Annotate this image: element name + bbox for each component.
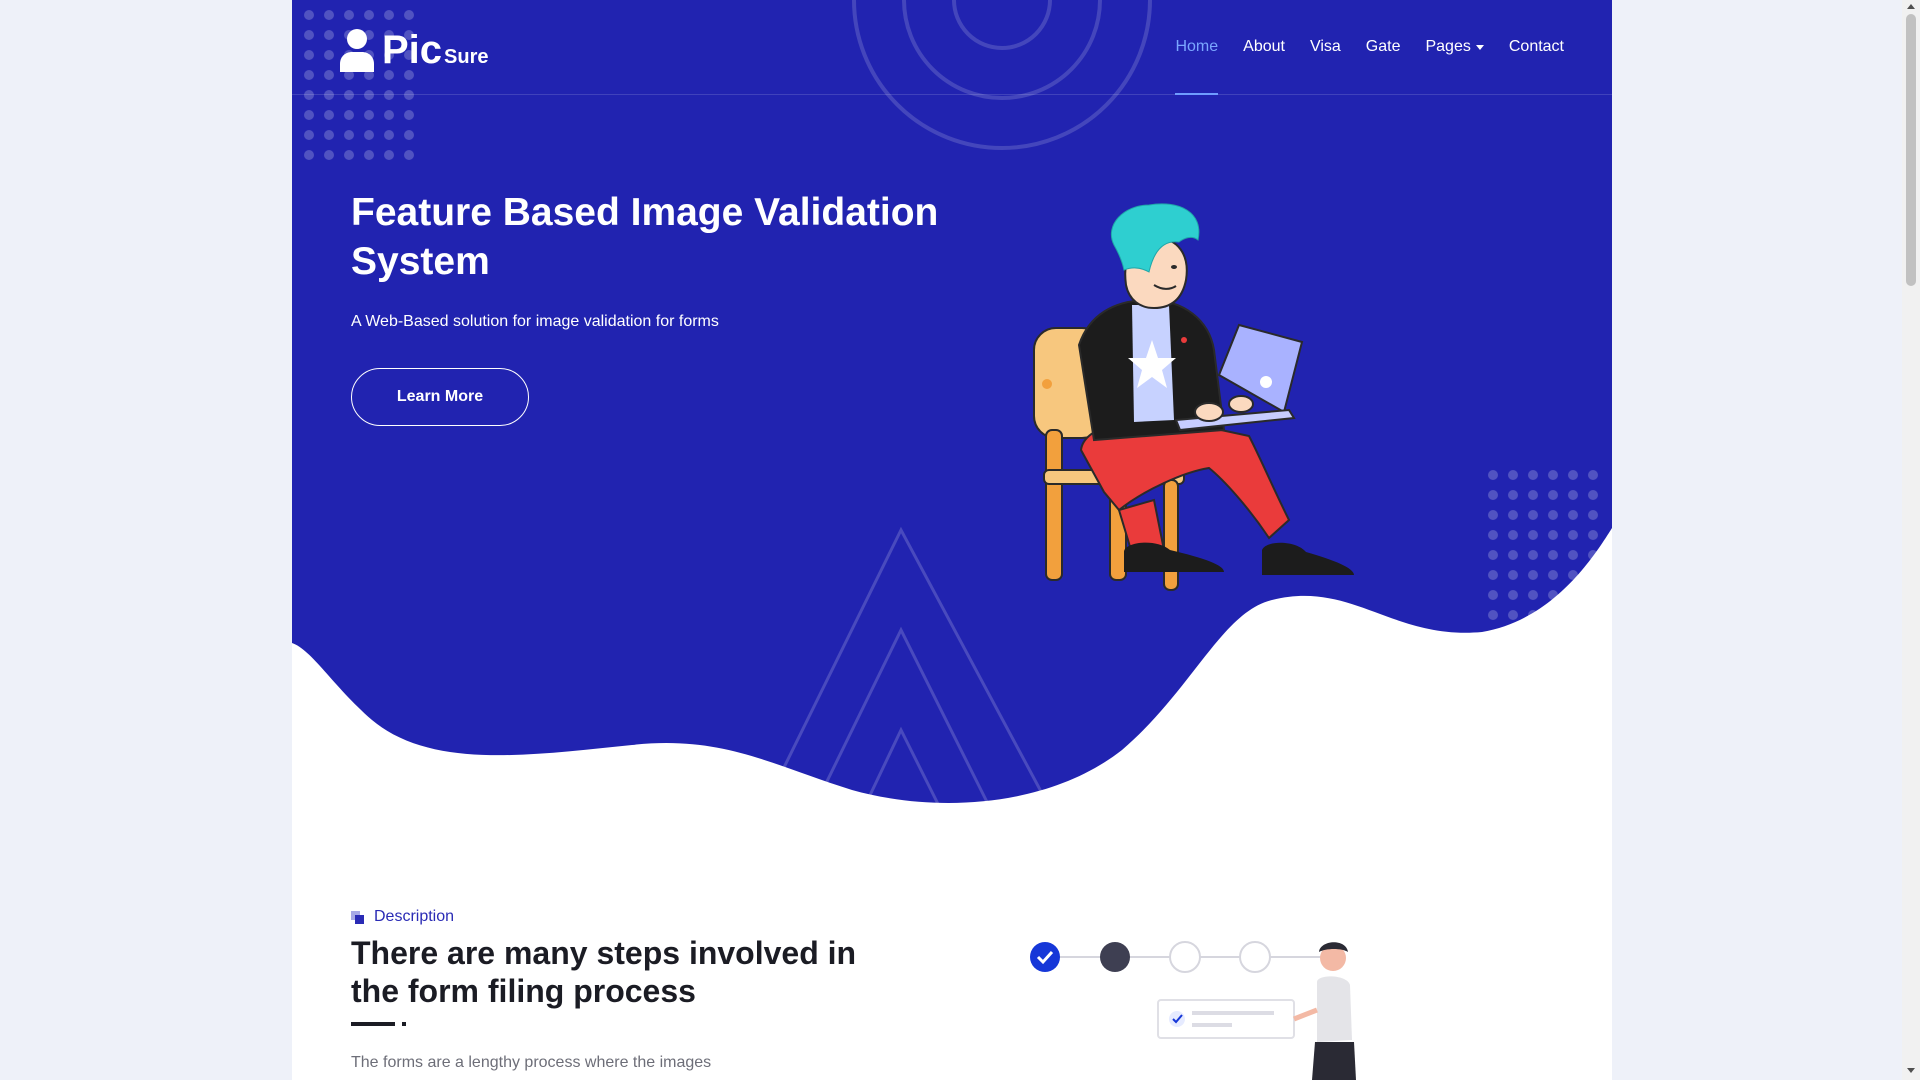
page-container: Pic Sure Home About Visa Gate Pages Cont… bbox=[292, 0, 1612, 1080]
squares-icon bbox=[351, 910, 364, 924]
user-icon bbox=[340, 29, 374, 72]
navbar: Pic Sure Home About Visa Gate Pages Cont… bbox=[292, 0, 1612, 95]
steps-illustration bbox=[1030, 941, 1356, 1080]
brand-logo[interactable]: Pic Sure bbox=[338, 22, 489, 72]
section-tag: Description bbox=[351, 908, 454, 926]
heading-underline-dot bbox=[402, 1022, 406, 1026]
caret-down-icon bbox=[1475, 44, 1484, 50]
nav-pages-label: Pages bbox=[1425, 38, 1471, 55]
brand-suffix: Sure bbox=[444, 46, 489, 68]
learn-more-button[interactable]: Learn More bbox=[351, 368, 529, 426]
section-tag-label: Description bbox=[374, 908, 455, 925]
nav-home[interactable]: Home bbox=[1175, 0, 1218, 95]
section-heading: There are many steps involved in the for… bbox=[351, 935, 857, 1009]
scroll-down-arrow-icon[interactable] bbox=[1907, 1068, 1915, 1073]
scrollbar-thumb[interactable] bbox=[1906, 14, 1916, 286]
vertical-scrollbar[interactable] bbox=[1902, 0, 1920, 1080]
nav-visa[interactable]: Visa bbox=[1310, 0, 1341, 94]
nav-gate[interactable]: Gate bbox=[1366, 0, 1401, 94]
hero-subtitle: A Web-Based solution for image validatio… bbox=[351, 313, 719, 330]
main-nav: Home About Visa Gate Pages Contact bbox=[1175, 0, 1564, 95]
nav-about[interactable]: About bbox=[1243, 0, 1285, 94]
heading-underline bbox=[351, 1022, 395, 1026]
section-text: The forms are a lengthy process where th… bbox=[351, 1054, 712, 1071]
nav-pages-dropdown[interactable]: Pages bbox=[1425, 0, 1484, 94]
person-with-laptop-illustration bbox=[1033, 203, 1354, 591]
scroll-up-arrow-icon[interactable] bbox=[1907, 4, 1915, 9]
brand-name: Pic bbox=[382, 28, 443, 72]
nav-contact[interactable]: Contact bbox=[1509, 0, 1564, 94]
hero-title: Feature Based Image Validation System bbox=[351, 191, 939, 283]
